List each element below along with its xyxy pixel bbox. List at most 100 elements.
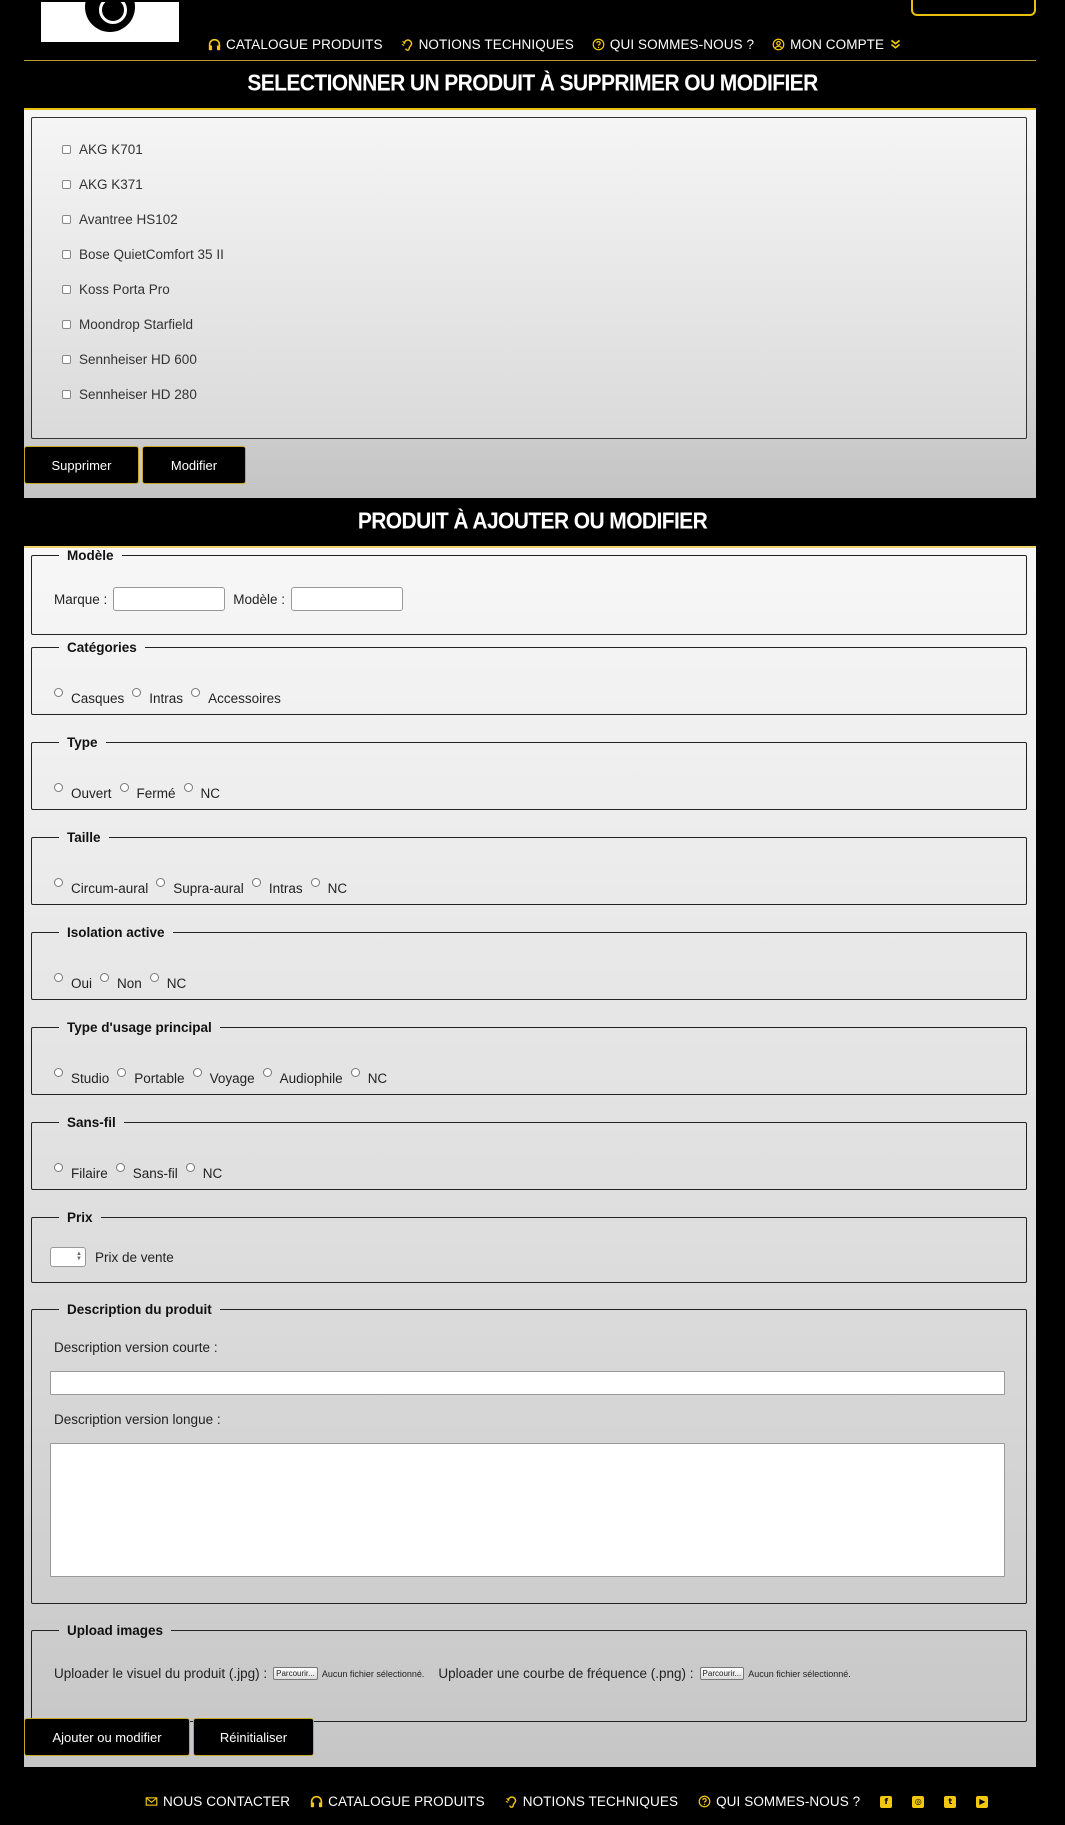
radio-button[interactable] [251,878,261,887]
product-checkbox[interactable] [62,320,71,329]
radio-ouvert[interactable]: Ouvert [54,783,112,801]
radio-casques[interactable]: Casques [54,688,124,706]
radio-sans-fil[interactable]: Sans-fil [115,1163,178,1181]
short-desc-input[interactable] [50,1371,1005,1395]
footer-item-notions[interactable]: NOTIONS TECHNIQUES [505,1794,678,1809]
radio-button[interactable] [115,1163,125,1172]
footer-item-catalogue[interactable]: CATALOGUE PRODUITS [310,1794,485,1809]
radio-button[interactable] [54,1163,63,1172]
radio-supra-aural[interactable]: Supra-aural [156,878,244,896]
product-checkbox[interactable] [62,285,71,294]
radio-label: Intras [149,691,184,706]
product-checkbox[interactable] [62,145,71,154]
radio-button[interactable] [100,973,110,982]
radio-button[interactable] [185,1163,195,1172]
radio-intras[interactable]: Intras [251,878,303,896]
radio-filaire[interactable]: Filaire [54,1163,108,1181]
marque-input[interactable] [113,587,226,611]
product-item[interactable]: Koss Porta Pro [62,282,170,297]
instagram-icon[interactable]: ◎ [912,1795,925,1808]
radio-button[interactable] [119,783,129,792]
radio-button[interactable] [117,1068,127,1077]
reset-button[interactable]: Réinitialiser [193,1718,314,1756]
radio-button[interactable] [350,1068,360,1077]
radio-button[interactable] [54,1068,63,1077]
product-checkbox[interactable] [62,215,71,224]
footer-nav: NOUS CONTACTER CATALOGUE PRODUITS NOTION… [145,1794,989,1809]
product-list: AKG K701 AKG K371 Avantree HS102 Bose Qu… [31,117,1027,439]
product-item[interactable]: Sennheiser HD 280 [62,387,197,402]
site-logo[interactable] [41,2,179,42]
taille-legend: Taille [67,830,101,845]
radio-nc[interactable]: NC [185,1163,222,1181]
spinner-icon[interactable]: ▲ ▼ [76,1251,82,1262]
radio-voyage[interactable]: Voyage [192,1068,255,1086]
product-item[interactable]: AKG K701 [62,142,143,157]
visual-browse-button[interactable]: Parcourir... [273,1667,318,1680]
radio-portable[interactable]: Portable [117,1068,185,1086]
radio-button[interactable] [192,1068,202,1077]
radio-button[interactable] [191,688,201,697]
delete-button[interactable]: Supprimer [24,446,139,484]
logo-mark [85,2,135,32]
product-item[interactable]: Avantree HS102 [62,212,178,227]
radio-nc[interactable]: NC [149,973,186,991]
product-item[interactable]: AKG K371 [62,177,143,192]
radio-nc[interactable]: NC [350,1068,387,1086]
facebook-icon[interactable]: f [880,1795,893,1808]
radio-button[interactable] [54,783,63,792]
header-account-button[interactable] [911,0,1036,16]
youtube-icon[interactable]: ▶ [976,1795,989,1808]
isolation-legend: Isolation active [67,925,165,940]
radio-button[interactable] [54,878,63,887]
radio-nc[interactable]: NC [310,878,347,896]
radio-button[interactable] [183,783,193,792]
long-desc-label: Description version longue : [54,1412,221,1427]
radio-ferme[interactable]: Fermé [119,783,176,801]
twitter-icon[interactable]: t [944,1795,957,1808]
ear-icon [505,1795,518,1808]
long-desc-textarea[interactable] [50,1443,1005,1577]
radio-non[interactable]: Non [100,973,142,991]
price-input[interactable]: ▲ ▼ [50,1247,86,1267]
footer-item-contact[interactable]: NOUS CONTACTER [145,1794,290,1809]
product-item[interactable]: Moondrop Starfield [62,317,193,332]
radio-intras[interactable]: Intras [132,688,184,706]
product-label: Sennheiser HD 280 [79,387,197,402]
nav-item-catalogue[interactable]: CATALOGUE PRODUITS [208,37,383,52]
radio-button[interactable] [262,1068,272,1077]
isolation-options: Oui Non NC [54,973,194,991]
radio-button[interactable] [149,973,159,982]
radio-button[interactable] [54,688,63,697]
categories-fieldset: Catégories Casques Intras Accessoires [31,640,1027,715]
radio-button[interactable] [54,973,63,982]
nav-item-notions[interactable]: NOTIONS TECHNIQUES [401,37,574,52]
radio-circum-aural[interactable]: Circum-aural [54,878,148,896]
modele-input[interactable] [291,587,404,611]
radio-studio[interactable]: Studio [54,1068,109,1086]
radio-label: Accessoires [208,691,281,706]
nav-item-about[interactable]: QUI SOMMES-NOUS ? [592,37,754,52]
radio-button[interactable] [310,878,320,887]
product-checkbox[interactable] [62,180,71,189]
radio-oui[interactable]: Oui [54,973,92,991]
product-item[interactable]: Bose QuietComfort 35 II [62,247,224,262]
radio-audiophile[interactable]: Audiophile [262,1068,343,1086]
radio-accessoires[interactable]: Accessoires [191,688,281,706]
radio-button[interactable] [132,688,142,697]
footer-item-about[interactable]: QUI SOMMES-NOUS ? [698,1794,860,1809]
product-checkbox[interactable] [62,250,71,259]
site-footer: NOUS CONTACTER CATALOGUE PRODUITS NOTION… [0,1778,1065,1825]
radio-button[interactable] [156,878,166,887]
submit-button[interactable]: Ajouter ou modifier [24,1718,190,1756]
radio-nc[interactable]: NC [183,783,220,801]
nav-item-account[interactable]: MON COMPTE [772,37,902,52]
modify-button[interactable]: Modifier [142,446,246,484]
type-legend: Type [67,735,98,750]
curve-browse-button[interactable]: Parcourir... [699,1667,745,1680]
radio-label: Intras [268,881,303,896]
product-checkbox[interactable] [62,355,71,364]
product-item[interactable]: Sennheiser HD 600 [62,352,197,367]
categories-options: Casques Intras Accessoires [54,688,289,706]
product-checkbox[interactable] [62,390,71,399]
